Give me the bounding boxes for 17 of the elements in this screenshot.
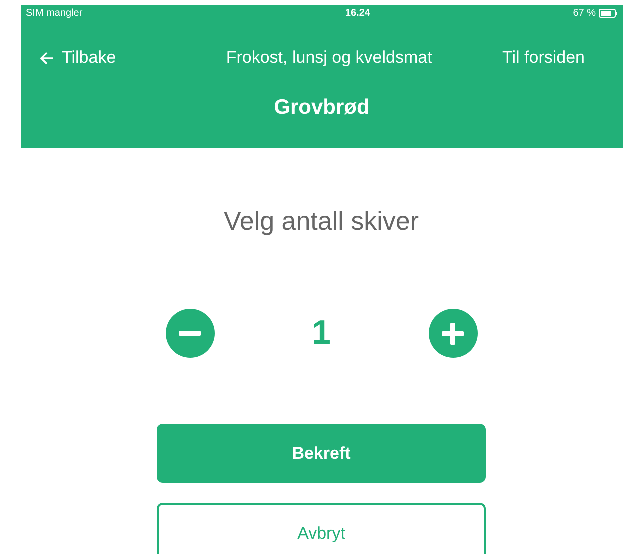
minus-icon <box>179 331 201 336</box>
battery-icon <box>598 8 618 18</box>
home-link[interactable]: Til forsiden <box>502 45 585 71</box>
quantity-value: 1 <box>311 313 332 354</box>
back-arrow-icon <box>40 52 54 64</box>
confirm-button[interactable]: Bekreft <box>157 424 486 483</box>
clock-label: 16.24 <box>345 6 370 20</box>
cancel-button[interactable]: Avbryt <box>157 503 486 554</box>
page-title: Grovbrød <box>274 95 370 121</box>
carrier-label: SIM mangler <box>26 6 83 20</box>
prompt-label: Velg antall skiver <box>224 205 420 238</box>
minus-button[interactable] <box>166 309 214 358</box>
battery-label: 67 % <box>573 6 596 20</box>
back-button[interactable]: Tilbake <box>40 45 116 71</box>
category-label: Frokost, lunsj og kveldsmat <box>226 47 432 70</box>
plus-icon <box>442 322 464 344</box>
plus-button[interactable] <box>428 309 478 358</box>
